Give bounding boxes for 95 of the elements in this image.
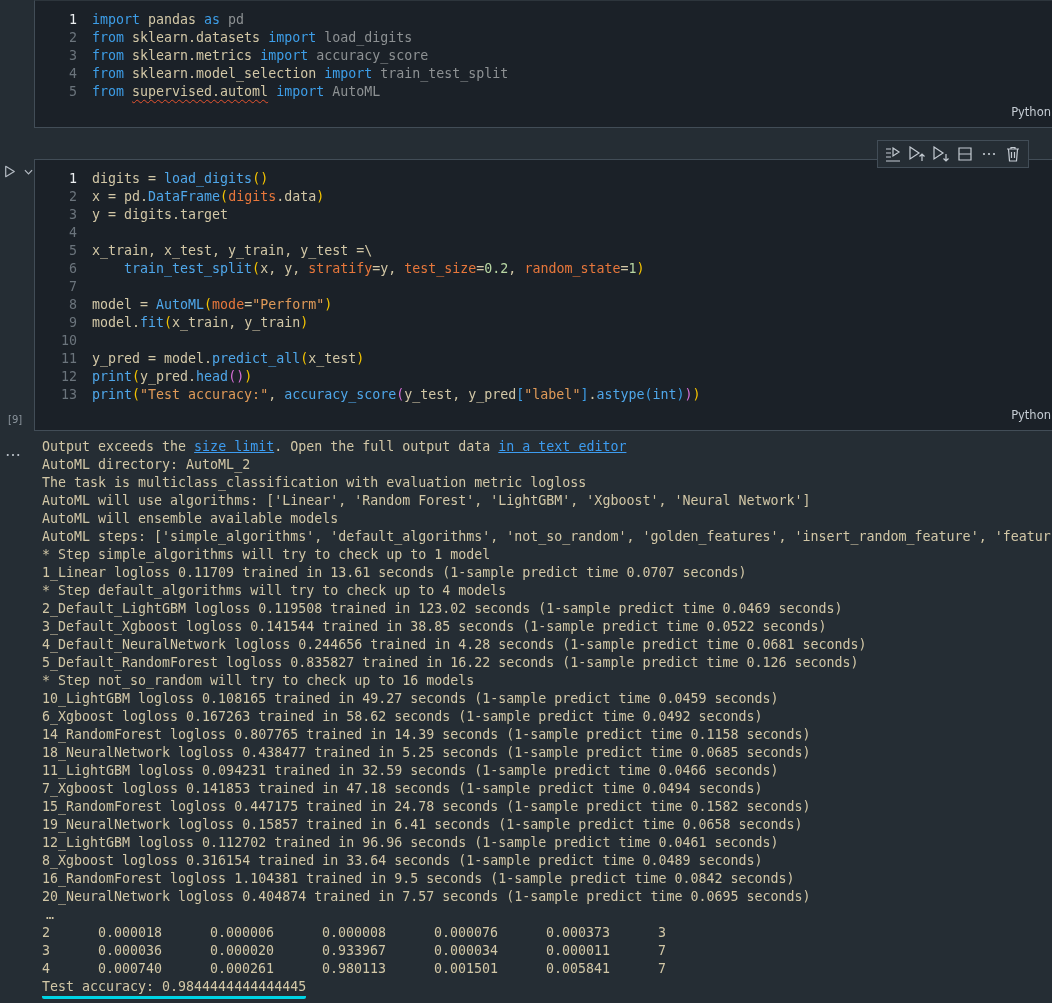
- output-line: AutoML will use algorithms: ['Linear', 'Random Forest', 'LightGBM', 'Xgboost', 'Neural Network']: [42, 492, 812, 510]
- code-line: digits = load_digits(): [92, 170, 269, 188]
- output-line: * Step not_so_random will try to check up to 16 models: [42, 672, 476, 690]
- table-cell: 0.000036: [98, 942, 163, 960]
- run-above-icon[interactable]: [908, 145, 926, 163]
- table-cell: 0.933967: [322, 942, 387, 960]
- code-line: model.fit(x_train, y_train): [92, 314, 309, 332]
- code-line: y_pred = model.predict_all(x_test): [92, 350, 365, 368]
- line-number: 2: [68, 188, 77, 206]
- run-icon[interactable]: [4, 164, 16, 179]
- table-cell: 0.001501: [434, 960, 499, 978]
- output-notice: Output exceeds the size limit. Open the full output data in a text editor: [42, 438, 628, 456]
- output-link[interactable]: in a text editor: [498, 439, 627, 454]
- line-number: 7: [68, 278, 77, 296]
- line-number: 1: [68, 170, 77, 188]
- line-number: 6: [68, 260, 77, 278]
- code-line: from sklearn.datasets import load_digits: [92, 29, 413, 47]
- table-cell: 0.000020: [210, 942, 275, 960]
- output-line: 1_Linear logloss 0.11709 trained in 13.61 seconds (1-sample predict time 0.0707 seconds): [42, 564, 748, 582]
- execution-count: [9]: [8, 414, 23, 425]
- output-line: 5_Default_RandomForest logloss 0.835827 trained in 16.22 seconds (1-sample predict time 0.126 seconds): [42, 654, 860, 672]
- language-label[interactable]: Python: [1011, 105, 1051, 127]
- code-line: x = pd.DataFrame(digits.data): [92, 188, 325, 206]
- table-cell: 0.000018: [98, 924, 163, 942]
- code-line: from supervised.automl import AutoML: [92, 83, 381, 101]
- output-line: AutoML steps: ['simple_algorithms', 'default_algorithms', 'not_so_random', 'golden_features', 'insert_random_feature', 'featur: [42, 528, 1052, 546]
- output-line: 19_NeuralNetwork logloss 0.15857 trained in 6.41 seconds (1-sample predict time 0.0658 seconds): [42, 816, 804, 834]
- line-number: 11: [60, 350, 77, 368]
- table-cell: 0.000008: [322, 924, 387, 942]
- output-line: 8_Xgboost logloss 0.316154 trained in 33.64 seconds (1-sample predict time 0.0489 seconds): [42, 852, 764, 870]
- code-line: print("Test accuracy:", accuracy_score(y_test, y_pred["label"].astype(int))): [92, 386, 701, 404]
- output-line: The task is multiclass_classification with evaluation metric logloss: [42, 474, 588, 492]
- table-cell: 0.000006: [210, 924, 275, 942]
- language-label[interactable]: Python: [1011, 408, 1051, 430]
- output-line: 15_RandomForest logloss 0.447175 trained in 24.78 seconds (1-sample predict time 0.1582 seconds): [42, 798, 812, 816]
- output-line: AutoML will ensemble available models: [42, 510, 340, 528]
- code-line: from sklearn.model_selection import train_test_split: [92, 65, 509, 83]
- code-line: from sklearn.metrics import accuracy_score: [92, 47, 429, 65]
- result-line: Test accuracy: 0.9844444444444445: [42, 979, 307, 999]
- table-cell: 0.005841: [546, 960, 611, 978]
- output-line: 7_Xgboost logloss 0.141853 trained in 47.18 seconds (1-sample predict time 0.0494 seconds): [42, 780, 764, 798]
- line-number: 3: [68, 206, 77, 224]
- output-line: 2_Default_LightGBM logloss 0.119508 trained in 123.02 seconds (1-sample predict time 0.0469 seconds): [42, 600, 844, 618]
- table-cell: 4: [42, 960, 50, 978]
- output-line: * Step simple_algorithms will try to check up to 1 model: [42, 546, 492, 564]
- output-line: 14_RandomForest logloss 0.807765 trained in 14.39 seconds (1-sample predict time 0.1158 seconds): [42, 726, 812, 744]
- output-line: AutoML directory: AutoML_2: [42, 456, 252, 474]
- output-line: 4_Default_NeuralNetwork logloss 0.244656 trained in 4.28 seconds (1-sample predict time 0.0681 seconds): [42, 636, 868, 654]
- line-number: 3: [68, 47, 77, 65]
- table-cell: 0.000740: [98, 960, 163, 978]
- line-number: 1: [68, 11, 77, 29]
- truncation-ellipsis: …: [45, 906, 55, 924]
- line-number: 5: [68, 83, 77, 101]
- line-number: 8: [68, 296, 77, 314]
- line-number: 4: [68, 224, 77, 242]
- output-line: 3_Default_Xgboost logloss 0.141544 trained in 38.85 seconds (1-sample predict time 0.0522 seconds): [42, 618, 828, 636]
- output-line: 11_LightGBM logloss 0.094231 trained in 32.59 seconds (1-sample predict time 0.0466 seconds): [42, 762, 780, 780]
- code-line: y = digits.target: [92, 206, 229, 224]
- line-number: 10: [60, 332, 77, 350]
- line-number: 9: [68, 314, 77, 332]
- output-link[interactable]: size limit: [194, 439, 275, 454]
- run-below-icon[interactable]: [932, 145, 950, 163]
- table-cell: 7: [658, 942, 666, 960]
- line-number: 4: [68, 65, 77, 83]
- table-cell: 3: [658, 924, 666, 942]
- line-number: 12: [60, 368, 77, 386]
- line-number: 5: [68, 242, 77, 260]
- code-line: train_test_split(x, y, stratify=y, test_size=0.2, random_state=1): [123, 260, 645, 278]
- code-line: x_train, x_test, y_train, y_test =\: [92, 242, 373, 260]
- chevron-icon[interactable]: [24, 168, 33, 175]
- output-line: 6_Xgboost logloss 0.167263 trained in 58.62 seconds (1-sample predict time 0.0492 seconds): [42, 708, 764, 726]
- output-line: 16_RandomForest logloss 1.104381 trained in 9.5 seconds (1-sample predict time 0.0842 seconds): [42, 870, 796, 888]
- output-line: 10_LightGBM logloss 0.108165 trained in 49.27 seconds (1-sample predict time 0.0459 seconds): [42, 690, 780, 708]
- output-line: * Step default_algorithms will try to check up to 4 models: [42, 582, 508, 600]
- line-number: 13: [60, 386, 77, 404]
- code-line: import pandas as pd: [92, 11, 245, 29]
- table-cell: 0.000034: [434, 942, 499, 960]
- table-cell: 0.000373: [546, 924, 611, 942]
- table-cell: 0.980113: [322, 960, 387, 978]
- table-cell: 0.000076: [434, 924, 499, 942]
- code-line: print(y_pred.head()): [92, 368, 253, 386]
- output-line: 20_NeuralNetwork logloss 0.404874 trained in 7.57 seconds (1-sample predict time 0.0695 seconds): [42, 888, 812, 906]
- table-cell: 0.000011: [546, 942, 611, 960]
- output-line: 12_LightGBM logloss 0.112702 trained in 96.96 seconds (1-sample predict time 0.0461 seconds): [42, 834, 780, 852]
- output-line: 18_NeuralNetwork logloss 0.438477 trained in 5.25 seconds (1-sample predict time 0.0685 seconds): [42, 744, 812, 762]
- line-number: 2: [68, 29, 77, 47]
- code-line: model = AutoML(mode="Perform"): [92, 296, 333, 314]
- delete-icon[interactable]: [1004, 145, 1022, 163]
- table-cell: 7: [658, 960, 666, 978]
- run-by-line-icon[interactable]: [884, 145, 902, 163]
- split-cell-icon[interactable]: [956, 145, 974, 163]
- table-cell: 3: [42, 942, 50, 960]
- table-cell: 0.000261: [210, 960, 275, 978]
- table-cell: 2: [42, 924, 50, 942]
- more-icon[interactable]: [6, 453, 20, 457]
